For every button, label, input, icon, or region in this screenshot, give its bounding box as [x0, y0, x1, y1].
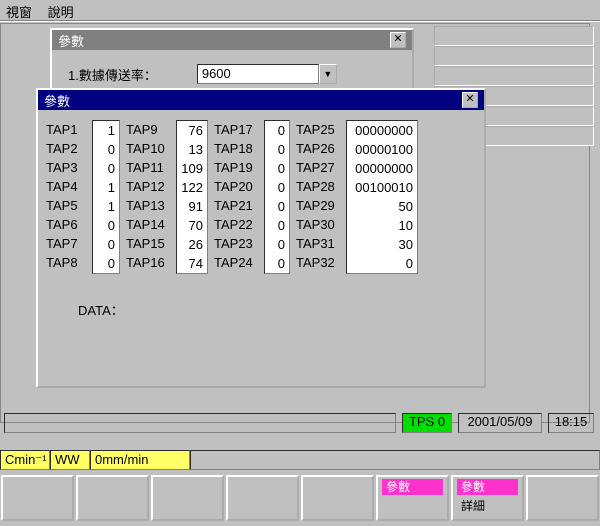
tap-value-c-1[interactable]: 0 [265, 140, 289, 159]
tap-label-b-1: TAP10 [124, 139, 172, 158]
tap-value-c-7[interactable]: 0 [265, 254, 289, 273]
dialog-params-inner: 參數 ✕ TAP1TAP2TAP3TAP4TAP5TAP6TAP7TAP8100… [36, 88, 486, 388]
tap-value-d-7[interactable]: 0 [347, 254, 417, 273]
tap-label-d-6: TAP31 [294, 234, 342, 253]
fkey-1[interactable] [1, 475, 74, 521]
tap-value-c-2[interactable]: 0 [265, 159, 289, 178]
tap-value-c-0[interactable]: 0 [265, 121, 289, 140]
tap-value-b-4[interactable]: 91 [177, 197, 207, 216]
status-tps: TPS 0 [402, 413, 452, 433]
menu-help[interactable]: 說明 [48, 5, 74, 20]
baud-label: 1.數據傳送率： [68, 65, 157, 84]
tap-label-d-2: TAP27 [294, 158, 342, 177]
tap-label-d-7: TAP32 [294, 253, 342, 272]
tap-value-a-7[interactable]: 0 [93, 254, 119, 273]
dialog2-title: 參數 [44, 91, 70, 110]
baud-combo[interactable]: 9600 ▼ [197, 64, 337, 84]
tap-label-c-2: TAP19 [212, 158, 260, 177]
dialog2-titlebar: 參數 ✕ [38, 90, 484, 110]
tap-value-d-2[interactable]: 00000000 [347, 159, 417, 178]
tap-label-b-4: TAP13 [124, 196, 172, 215]
tap-value-a-3[interactable]: 1 [93, 178, 119, 197]
tap-value-d-0[interactable]: 00000000 [347, 121, 417, 140]
tap-label-a-3: TAP4 [44, 177, 88, 196]
fkey-7[interactable]: 參數 詳細 [451, 475, 524, 521]
chevron-down-icon[interactable]: ▼ [319, 64, 337, 84]
tap-label-d-1: TAP26 [294, 139, 342, 158]
tap-label-c-6: TAP23 [212, 234, 260, 253]
ww-box: WW [50, 450, 90, 470]
tap-label-a-0: TAP1 [44, 120, 88, 139]
tap-label-d-4: TAP29 [294, 196, 342, 215]
feed-box: 0mm/min [90, 450, 190, 470]
tap-value-d-6[interactable]: 30 [347, 235, 417, 254]
tap-label-a-5: TAP6 [44, 215, 88, 234]
tap-label-a-4: TAP5 [44, 196, 88, 215]
tap-label-d-0: TAP25 [294, 120, 342, 139]
tap-label-c-3: TAP20 [212, 177, 260, 196]
tap-value-d-5[interactable]: 10 [347, 216, 417, 235]
tap-label-b-2: TAP11 [124, 158, 172, 177]
tap-label-d-5: TAP30 [294, 215, 342, 234]
tap-value-d-1[interactable]: 00000100 [347, 140, 417, 159]
tap-label-a-6: TAP7 [44, 234, 88, 253]
tap-value-b-3[interactable]: 122 [177, 178, 207, 197]
function-keys: 參數 參數 詳細 [0, 474, 600, 522]
tap-label-b-5: TAP14 [124, 215, 172, 234]
tap-value-c-4[interactable]: 0 [265, 197, 289, 216]
tap-value-b-7[interactable]: 74 [177, 254, 207, 273]
dialog1-title: 參數 [58, 31, 84, 50]
close-icon[interactable]: ✕ [462, 92, 478, 108]
fkey7-label2: 詳細 [461, 497, 485, 514]
tap-value-b-1[interactable]: 13 [177, 140, 207, 159]
tap-label-c-4: TAP21 [212, 196, 260, 215]
tap-label-b-0: TAP9 [124, 120, 172, 139]
tap-value-c-3[interactable]: 0 [265, 178, 289, 197]
tap-value-a-1[interactable]: 0 [93, 140, 119, 159]
status-empty [4, 413, 396, 433]
tap-value-b-2[interactable]: 109 [177, 159, 207, 178]
row2-empty [190, 450, 600, 470]
tap-label-b-6: TAP15 [124, 234, 172, 253]
tap-label-a-2: TAP3 [44, 158, 88, 177]
fkey-2[interactable] [76, 475, 149, 521]
fkey7-label1: 參數 [457, 479, 518, 495]
tap-label-c-5: TAP22 [212, 215, 260, 234]
baud-value[interactable]: 9600 [197, 64, 319, 84]
tap-value-b-6[interactable]: 26 [177, 235, 207, 254]
dialog1-titlebar: 參數 ✕ [52, 30, 412, 50]
tap-label-a-7: TAP8 [44, 253, 88, 272]
fkey-4[interactable] [226, 475, 299, 521]
tap-label-c-1: TAP18 [212, 139, 260, 158]
tap-value-d-3[interactable]: 00100010 [347, 178, 417, 197]
cmin-box: Cmin⁻¹ [0, 450, 50, 470]
tap-value-b-0[interactable]: 76 [177, 121, 207, 140]
tap-value-a-2[interactable]: 0 [93, 159, 119, 178]
fkey-5[interactable] [301, 475, 374, 521]
tap-label-a-1: TAP2 [44, 139, 88, 158]
tap-value-c-5[interactable]: 0 [265, 216, 289, 235]
data-label: DATA： [38, 284, 484, 319]
fkey-6[interactable]: 參數 [376, 475, 449, 521]
fkey-3[interactable] [151, 475, 224, 521]
tap-value-a-6[interactable]: 0 [93, 235, 119, 254]
status-time: 18:15 [548, 413, 594, 433]
menu-window[interactable]: 視窗 [6, 5, 32, 20]
tap-label-c-0: TAP17 [212, 120, 260, 139]
tap-label-b-7: TAP16 [124, 253, 172, 272]
tap-value-d-4[interactable]: 50 [347, 197, 417, 216]
tap-label-c-7: TAP24 [212, 253, 260, 272]
tap-value-a-5[interactable]: 0 [93, 216, 119, 235]
tap-value-c-6[interactable]: 0 [265, 235, 289, 254]
close-icon[interactable]: ✕ [390, 32, 406, 48]
tap-value-a-0[interactable]: 1 [93, 121, 119, 140]
tap-label-d-3: TAP28 [294, 177, 342, 196]
tap-value-b-5[interactable]: 70 [177, 216, 207, 235]
fkey-8[interactable] [526, 475, 599, 521]
fkey6-label: 參數 [382, 479, 443, 495]
tap-label-b-3: TAP12 [124, 177, 172, 196]
status-date: 2001/05/09 [458, 413, 542, 433]
tap-value-a-4[interactable]: 1 [93, 197, 119, 216]
